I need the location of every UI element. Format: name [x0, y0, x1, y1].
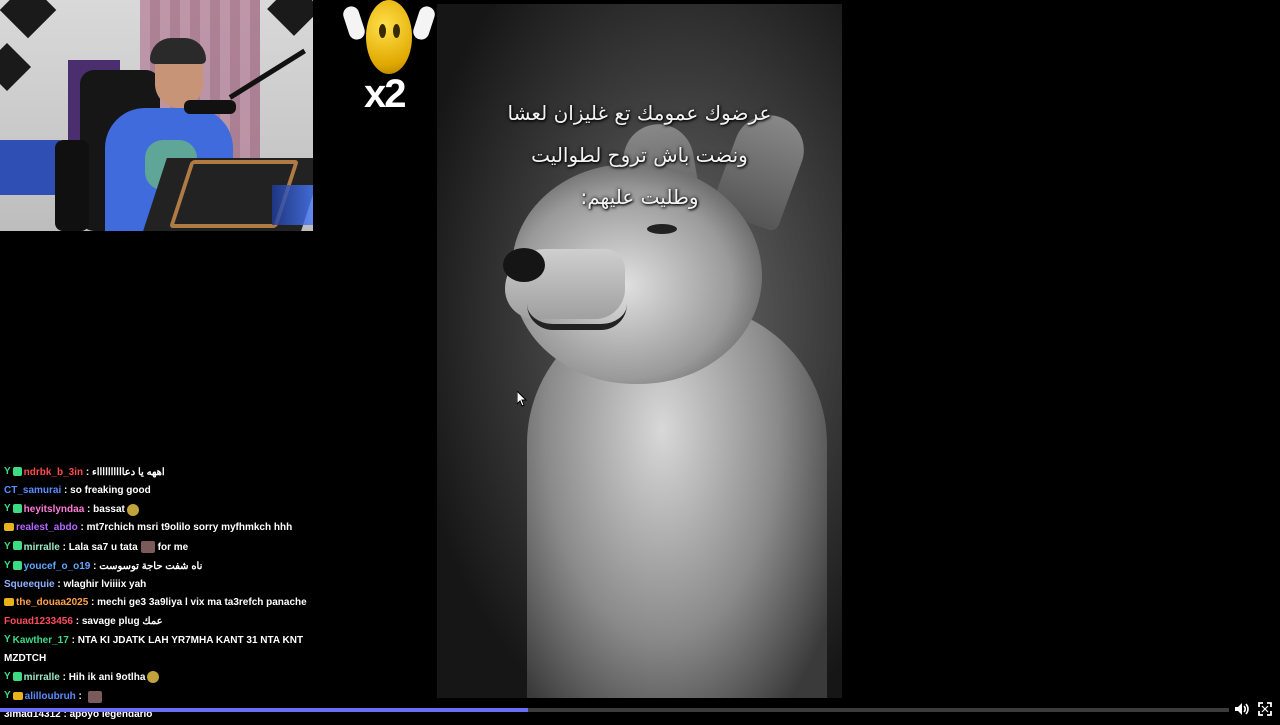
- caption-line: ونضت باش تروح لطواليت: [531, 143, 748, 167]
- crown-badge-icon: [4, 597, 14, 606]
- chat-message: Yndrbk_b_3in : اههه يا دعااااااااااء: [0, 463, 330, 482]
- chat-message: CT_samurai : so freaking good: [0, 482, 330, 500]
- chat-message: Ymirralle : Lala sa7 u tata for me: [0, 538, 330, 557]
- gift-badge-icon: [12, 560, 22, 570]
- chat-text: ناه شفت حاجة توسوست: [99, 560, 203, 572]
- chat-separator: :: [59, 541, 69, 553]
- chat-separator: :: [59, 672, 69, 684]
- chat-message: Fouad1233456 : savage plug عمك: [0, 613, 330, 631]
- chat-username[interactable]: Squeequie: [4, 579, 55, 590]
- microphone: [184, 100, 236, 114]
- chat-username[interactable]: youcef_o_o19: [24, 561, 91, 572]
- video-caption: عرضوك عمومك تع غليزان لعشا ونضت باش تروح…: [437, 92, 842, 218]
- chat-username[interactable]: CT_samurai: [4, 485, 61, 496]
- chat-text: اههه يا دعااااااااااء: [92, 466, 165, 478]
- streamer-cap: [150, 38, 206, 64]
- chat-overlay: Yndrbk_b_3in : اههه يا دعااااااااااء CT_s…: [0, 463, 330, 725]
- progress-fill: [0, 708, 529, 712]
- chat-separator: :: [84, 504, 94, 516]
- chat-message: realest_abdo : mt7rchich msri t9olilo so…: [0, 519, 330, 537]
- subscriber-badge-icon: Y: [4, 503, 11, 515]
- webcam-armrest: [55, 140, 89, 231]
- chat-username[interactable]: ndrbk_b_3in: [24, 467, 83, 478]
- progress-bar[interactable]: [0, 708, 1229, 712]
- chat-emote-icon: [140, 540, 155, 553]
- chat-separator: :: [83, 466, 93, 478]
- video-player[interactable]: عرضوك عمومك تع غليزان لعشا ونضت باش تروح…: [437, 4, 842, 698]
- chat-separator: :: [61, 485, 71, 497]
- subscriber-badge-icon: Y: [4, 466, 11, 477]
- caption-line: عرضوك عمومك تع غليزان لعشا: [507, 101, 772, 125]
- chat-text: mt7rchich msri t9olilo sorry myfhmkch hh…: [86, 522, 293, 534]
- chat-separator: :: [75, 691, 85, 703]
- acoustic-panel: [0, 42, 32, 92]
- gift-badge-icon: [12, 504, 22, 514]
- chat-separator: :: [72, 615, 82, 627]
- chat-text: Hih ik ani 9otlha: [68, 672, 146, 684]
- chat-username[interactable]: heyitslyndaa: [24, 504, 85, 515]
- left-hand-icon: [341, 4, 367, 42]
- emote-multiplier: x2: [364, 72, 406, 116]
- acoustic-panel: [0, 0, 57, 39]
- webcam-feed: [0, 0, 313, 231]
- emoji-eye: [393, 24, 400, 38]
- caption-line: وطليت عليهم:: [580, 185, 699, 209]
- gift-badge-icon: [12, 466, 22, 476]
- chat-message: Yyoucef_o_o19 : ناه شفت حاجة توسوست: [0, 557, 330, 576]
- subscriber-badge-icon: Y: [4, 540, 11, 552]
- crown-badge-icon: [4, 522, 14, 531]
- chat-text: Lala sa7 u tata: [68, 541, 138, 553]
- waving-emoji-icon: [366, 0, 412, 74]
- chat-message: Yheyitslyndaa : bassat: [0, 500, 330, 519]
- emote-overlay: x2: [341, 0, 437, 116]
- wolf-eye: [647, 224, 677, 234]
- chat-username[interactable]: the_douaa2025: [16, 597, 88, 608]
- chat-separator: :: [88, 597, 98, 609]
- chat-message: Squeequie : wlaghir lviiiix yah: [0, 576, 330, 594]
- chat-text: for me: [157, 541, 189, 553]
- chat-message: Yalilloubruh :: [0, 687, 330, 706]
- chat-text: savage plug عمك: [81, 615, 163, 627]
- gift-badge-icon: [12, 671, 22, 681]
- webcam-bed: [0, 140, 60, 195]
- subscriber-badge-icon: Y: [4, 671, 11, 683]
- gift-badge-icon: [12, 541, 22, 551]
- chat-username[interactable]: mirralle: [24, 542, 60, 553]
- chat-message: Y Kawther_17 : NTA KI JDATK LAH YR7MHA KA…: [0, 631, 330, 668]
- subscriber-badge-icon: Y: [4, 559, 11, 571]
- volume-icon[interactable]: [1233, 700, 1251, 718]
- chat-message: the_douaa2025 : mechi ge3 3a9liya l vix …: [0, 594, 330, 612]
- chat-emote-icon: [147, 671, 160, 684]
- chat-username[interactable]: realest_abdo: [16, 522, 78, 533]
- wolf-mouth: [527, 304, 627, 330]
- subscriber-badge-icon: Y: [4, 690, 11, 702]
- chat-emote-icon: [126, 503, 139, 516]
- emoji-eye: [379, 24, 386, 38]
- subscriber-badge-icon: Y: [4, 633, 11, 645]
- crown-badge-icon: [12, 691, 23, 700]
- acoustic-panel: [267, 0, 313, 36]
- chat-separator: :: [77, 522, 87, 534]
- chat-emote-icon: [87, 690, 102, 703]
- chat-separator: :: [68, 634, 78, 646]
- chat-username[interactable]: alilloubruh: [25, 691, 76, 702]
- chat-text: wlaghir lviiiix yah: [63, 578, 147, 590]
- chat-text: bassat: [93, 504, 125, 516]
- chat-username[interactable]: Fouad1233456: [4, 616, 73, 627]
- chat-message: Ymirralle : Hih ik ani 9otlha: [0, 668, 330, 687]
- chat-username[interactable]: Kawther_17: [13, 635, 69, 646]
- chat-username[interactable]: mirralle: [24, 672, 60, 683]
- chat-text: mechi ge3 3a9liya l vix ma ta3refch pana…: [97, 597, 307, 609]
- chat-separator: :: [90, 560, 100, 572]
- right-hand-icon: [411, 4, 437, 42]
- wolf-nose: [503, 248, 545, 282]
- chat-text: so freaking good: [70, 485, 151, 497]
- fullscreen-icon[interactable]: [1256, 700, 1274, 718]
- keyboard: [272, 185, 313, 225]
